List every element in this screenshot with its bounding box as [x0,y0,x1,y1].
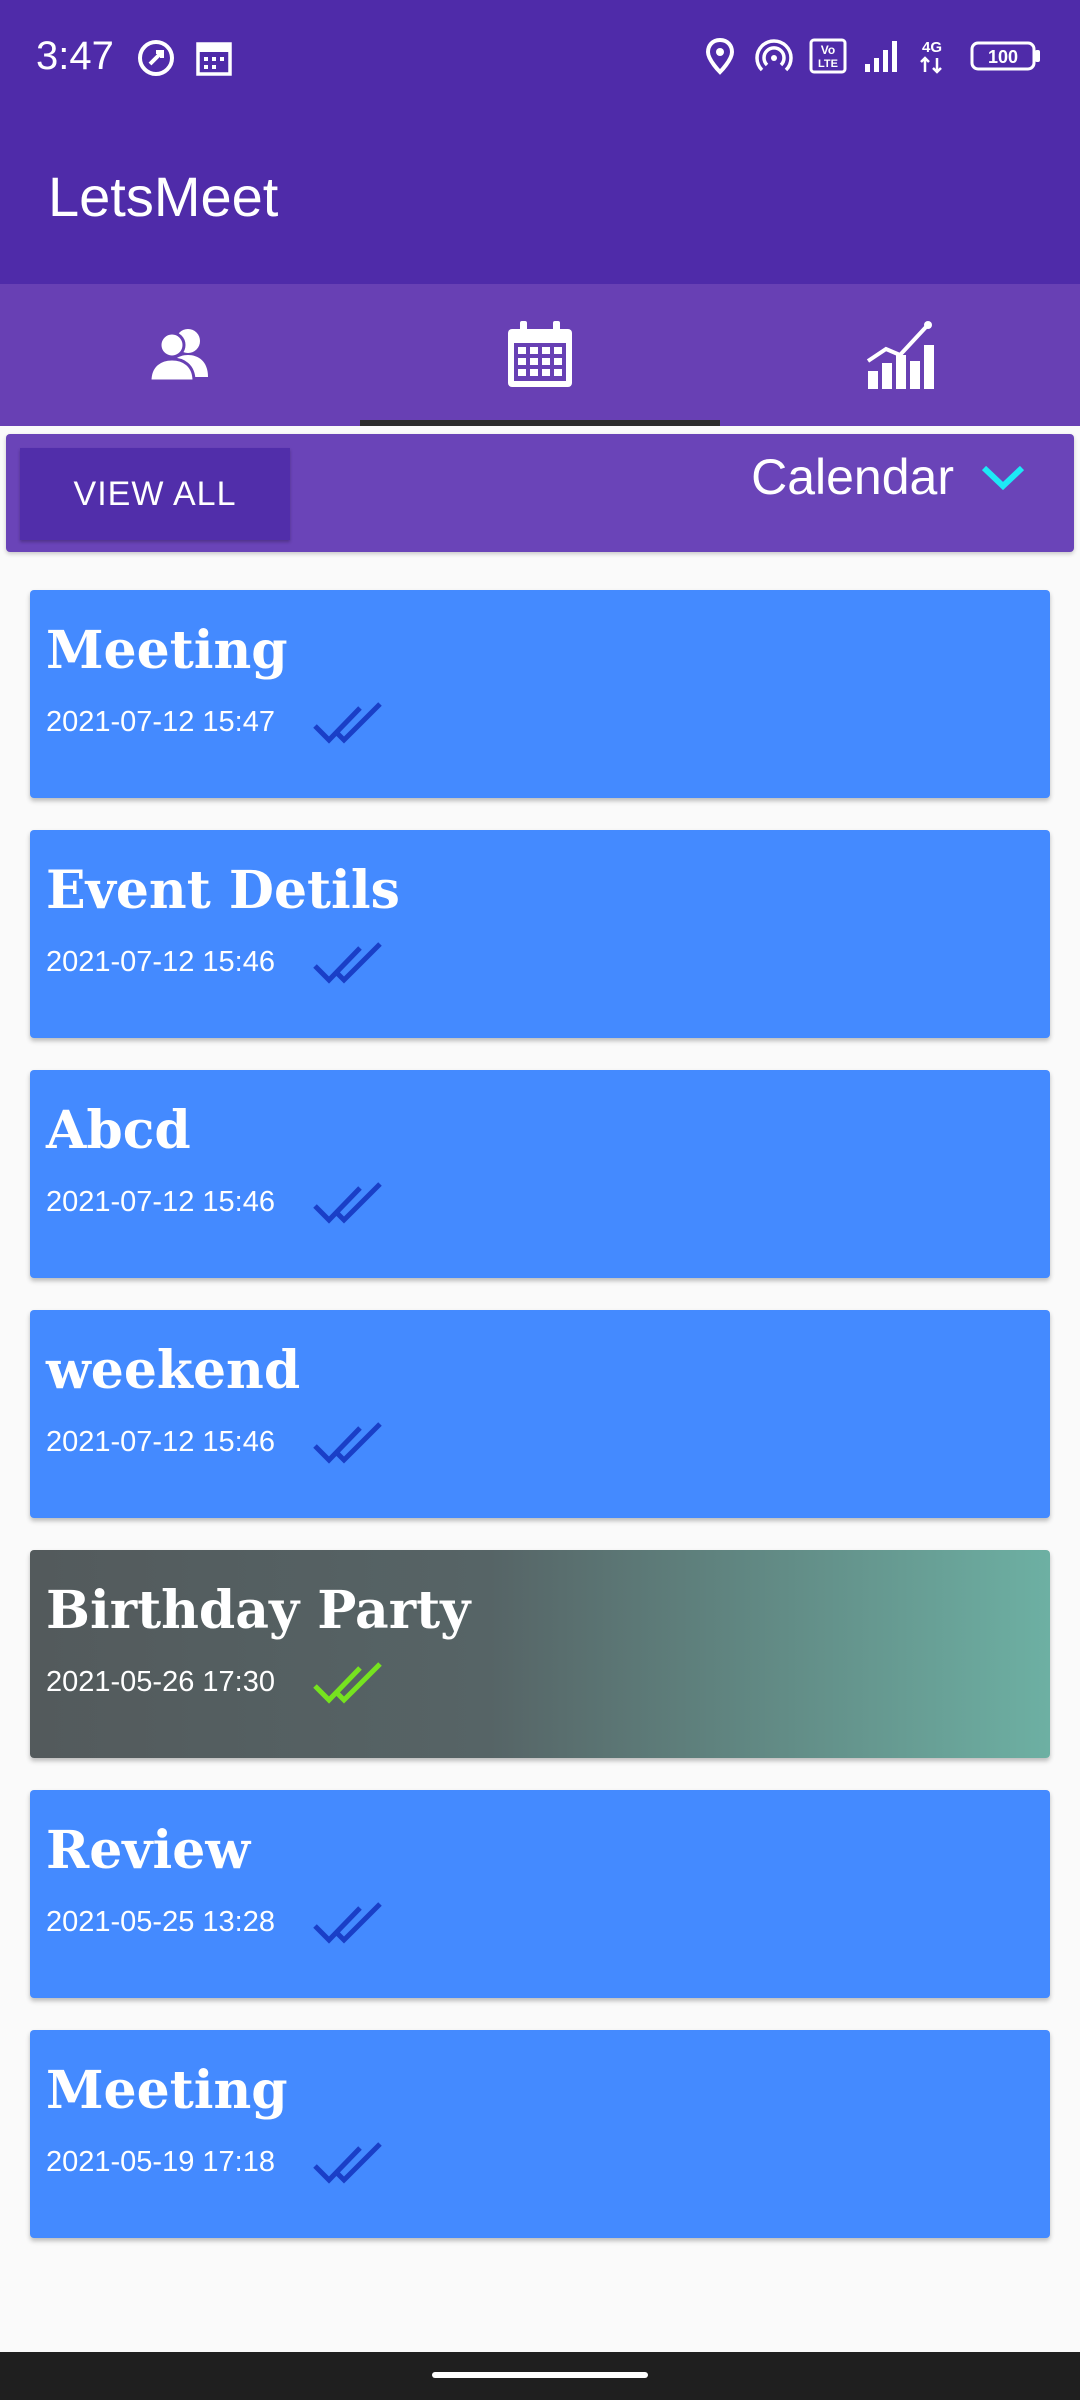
view-all-button[interactable]: VIEW ALL [20,448,290,540]
status-time: 3:47 [36,34,114,78]
event-title: Event Detils [46,860,400,921]
event-title: Meeting [46,620,288,681]
svg-text:4G: 4G [922,39,942,56]
tab-stats[interactable] [720,284,1080,426]
event-date: 2021-07-12 15:46 [46,1426,275,1458]
chart-icon [866,321,934,389]
app-bar: LetsMeet [0,120,1080,284]
double-check-icon [313,1422,382,1464]
battery-level: 100 [988,47,1018,67]
double-check-icon [313,1902,382,1944]
event-date: 2021-05-26 17:30 [46,1666,275,1698]
event-card[interactable]: Meeting 2021-05-19 17:18 [30,2030,1050,2238]
double-check-icon [313,2142,382,2184]
event-title: Review [46,1820,251,1881]
calendar-icon [508,321,572,387]
status-bar: 3:47 Vo LTE 4G 100 [0,0,1080,120]
tab-groups[interactable] [0,284,360,426]
home-indicator[interactable] [432,2372,648,2378]
tab-calendar[interactable] [360,284,720,426]
event-card[interactable]: Event Detils 2021-07-12 15:46 [30,830,1050,1038]
chevron-down-icon [980,462,1026,492]
svg-text:LTE: LTE [818,58,838,70]
signal-icon [865,41,897,72]
event-title: Birthday Party [46,1580,471,1641]
battery-icon: 100 [970,41,1040,71]
event-card[interactable]: Meeting 2021-07-12 15:47 [30,590,1050,798]
tab-bar [0,284,1080,426]
event-card[interactable]: weekend 2021-07-12 15:46 [30,1310,1050,1518]
double-check-icon [313,702,382,744]
double-check-icon [313,942,382,984]
calendar-notification-icon [196,42,232,76]
event-date: 2021-05-19 17:18 [46,2146,275,2178]
event-list: Meeting 2021-07-12 15:47 Event Detils 2021-… [30,590,1050,2270]
navigation-bar [0,2352,1080,2400]
group-icon [148,329,208,383]
event-date: 2021-05-25 13:28 [46,1906,275,1938]
hotspot-icon [755,39,793,72]
event-card[interactable]: Abcd 2021-07-12 15:46 [30,1070,1050,1278]
calendar-dropdown[interactable]: Calendar [751,448,1026,506]
event-title: Abcd [46,1100,191,1161]
event-title: weekend [46,1340,301,1401]
event-date: 2021-07-12 15:46 [46,1186,275,1218]
event-date: 2021-07-12 15:46 [46,946,275,978]
event-card[interactable]: Birthday Party 2021-05-26 17:30 [30,1550,1050,1758]
event-date: 2021-07-12 15:47 [46,706,275,738]
app-title: LetsMeet [48,165,279,228]
location-icon [705,37,735,75]
volte-icon: Vo LTE [809,38,847,74]
svg-text:Vo: Vo [821,43,835,57]
tab-selected-indicator [360,420,720,426]
vpn-icon [138,40,174,76]
event-title: Meeting [46,2060,288,2121]
double-check-icon [313,1182,382,1224]
event-card[interactable]: Review 2021-05-25 13:28 [30,1790,1050,1998]
filter-bar: VIEW ALL Calendar [6,434,1074,552]
double-check-icon [313,1662,382,1704]
network-4g-icon: 4G [920,39,942,74]
dropdown-selected-value: Calendar [751,449,954,505]
